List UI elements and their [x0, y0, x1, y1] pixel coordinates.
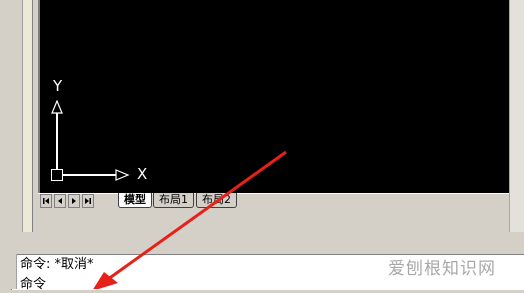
first-icon: [43, 198, 49, 204]
left-scroll-rail[interactable]: [22, 0, 33, 232]
first-tab-button[interactable]: [40, 194, 52, 208]
tab-layout2[interactable]: 布局2: [196, 193, 237, 208]
layout-tab-bar: [38, 193, 509, 211]
drawing-canvas[interactable]: [38, 0, 511, 193]
last-icon: [85, 198, 91, 204]
next-icon: [72, 198, 76, 204]
ucs-x-label: X: [137, 165, 148, 183]
next-tab-button[interactable]: [68, 194, 80, 208]
ucs-y-arrowhead-icon: [51, 100, 63, 114]
prev-tab-button[interactable]: [54, 194, 66, 208]
ucs-x-axis: [58, 174, 118, 176]
command-window-grip[interactable]: [11, 254, 17, 289]
ucs-y-label: Y: [53, 77, 63, 95]
last-tab-button[interactable]: [82, 194, 94, 208]
command-history-line: 命令: *取消*: [20, 257, 94, 272]
vertical-scrollbar[interactable]: [509, 0, 524, 232]
prev-icon: [58, 198, 62, 204]
ucs-y-axis: [56, 106, 58, 172]
command-window-splitter[interactable]: [0, 232, 524, 254]
watermark-text: 爱刨根知识网: [388, 259, 496, 279]
ucs-origin-box: [51, 169, 63, 181]
command-prompt-line[interactable]: 命令: [20, 277, 46, 293]
tab-model[interactable]: 模型: [118, 193, 152, 208]
ucs-x-arrowhead-icon: [115, 169, 130, 181]
tab-layout1[interactable]: 布局1: [153, 193, 194, 208]
